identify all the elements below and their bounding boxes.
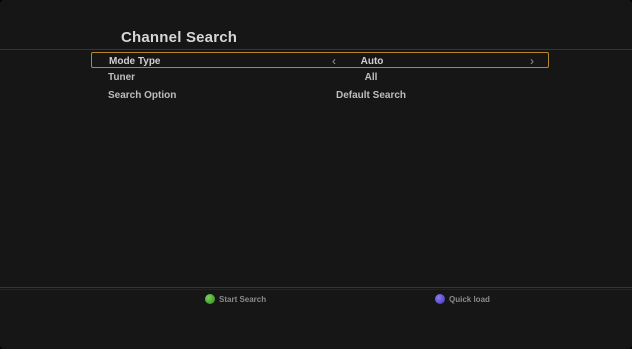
option-value: Auto — [360, 56, 384, 67]
footer-divider — [0, 287, 632, 288]
option-value: All — [364, 72, 378, 83]
option-search-option[interactable]: Search Option Default Search — [91, 87, 549, 103]
green-button-icon — [205, 294, 215, 304]
option-value: Default Search — [335, 90, 407, 101]
option-label: Tuner — [108, 72, 136, 83]
start-search-hint[interactable]: Start Search — [205, 294, 266, 304]
arrow-right-icon[interactable]: › — [530, 54, 534, 68]
tv-menu-screen: Channel Search Mode Type ‹ Auto › Tuner … — [0, 0, 632, 349]
quick-load-hint[interactable]: Quick load — [435, 294, 490, 304]
start-search-label: Start Search — [219, 294, 267, 304]
page-title: Channel Search — [121, 29, 238, 46]
option-label: Search Option — [108, 90, 177, 101]
quick-load-label: Quick load — [449, 294, 490, 304]
option-tuner[interactable]: Tuner All — [91, 69, 549, 85]
purple-button-icon — [435, 294, 445, 304]
option-mode-type[interactable]: Mode Type ‹ Auto › — [91, 52, 549, 68]
option-label: Mode Type — [109, 56, 161, 67]
header-divider — [0, 49, 632, 50]
footer-divider-shadow — [0, 289, 632, 290]
